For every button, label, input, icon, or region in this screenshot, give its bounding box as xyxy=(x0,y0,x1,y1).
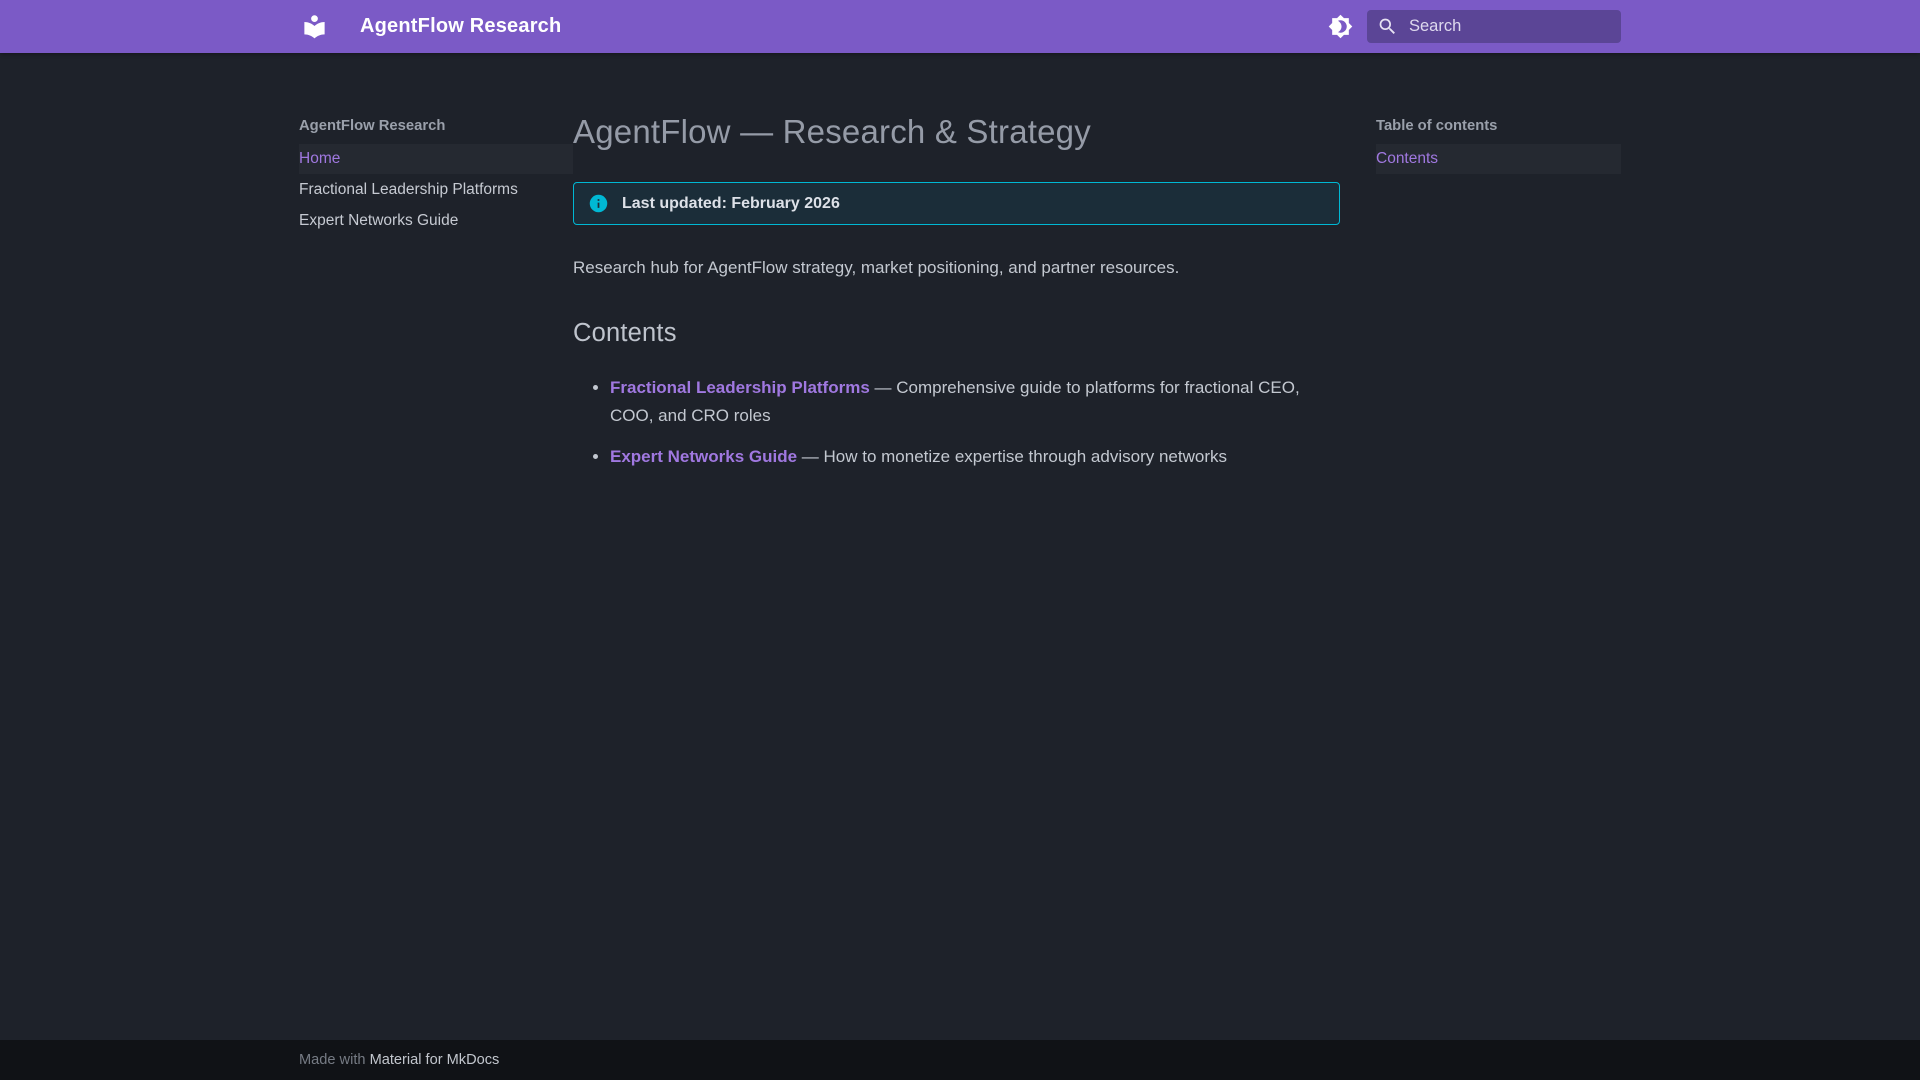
sidebar-item-fractional-leadership-platforms[interactable]: Fractional Leadership Platforms xyxy=(299,175,573,205)
contents-heading: Contents xyxy=(573,319,677,348)
page-title: AgentFlow — Research & Strategy xyxy=(573,113,1091,150)
search-box[interactable] xyxy=(1367,10,1621,43)
sidebar-item-expert-networks-guide[interactable]: Expert Networks Guide xyxy=(299,206,573,236)
site-logo[interactable] xyxy=(299,12,329,42)
main-content: AgentFlow — Research & Strategy Last upd… xyxy=(573,53,1376,484)
search-icon xyxy=(1377,16,1398,37)
left-sidebar: AgentFlow Research Home Fractional Leade… xyxy=(299,53,573,237)
toc-title: Table of contents xyxy=(1376,118,1498,134)
contents-list: Fractional Leadership Platforms — Compre… xyxy=(573,374,1340,470)
sidebar-title: AgentFlow Research xyxy=(299,118,446,134)
info-admonition: Last updated: February 2026 xyxy=(573,182,1340,225)
app-header: AgentFlow Research xyxy=(0,0,1920,53)
link-expert-networks-guide[interactable]: Expert Networks Guide xyxy=(610,447,797,466)
page-footer: Made with Material for MkDocs xyxy=(0,1040,1920,1080)
search-input[interactable] xyxy=(1409,17,1611,36)
admonition-text: Last updated: February 2026 xyxy=(622,194,840,212)
table-of-contents: Table of contents Contents xyxy=(1376,53,1621,175)
link-fractional-leadership-platforms[interactable]: Fractional Leadership Platforms xyxy=(610,378,870,397)
toc-item-contents[interactable]: Contents xyxy=(1376,144,1621,174)
info-icon xyxy=(588,193,609,214)
list-item-description: — How to monetize expertise through advi… xyxy=(797,446,1227,466)
intro-paragraph: Research hub for AgentFlow strategy, mar… xyxy=(573,258,1180,277)
dark-mode-toggle[interactable] xyxy=(1326,13,1354,41)
footer-mkdocs-link[interactable]: Material for MkDocs xyxy=(370,1052,500,1068)
list-item: Expert Networks Guide — How to monetize … xyxy=(593,443,1340,470)
list-item: Fractional Leadership Platforms — Compre… xyxy=(593,374,1340,428)
brightness-icon xyxy=(1328,14,1353,39)
library-book-icon xyxy=(301,13,328,40)
footer-made-with-text: Made with xyxy=(299,1052,370,1068)
page-body: AgentFlow Research Home Fractional Leade… xyxy=(299,53,1621,1040)
site-title[interactable]: AgentFlow Research xyxy=(360,15,561,38)
sidebar-item-home[interactable]: Home xyxy=(299,144,573,174)
